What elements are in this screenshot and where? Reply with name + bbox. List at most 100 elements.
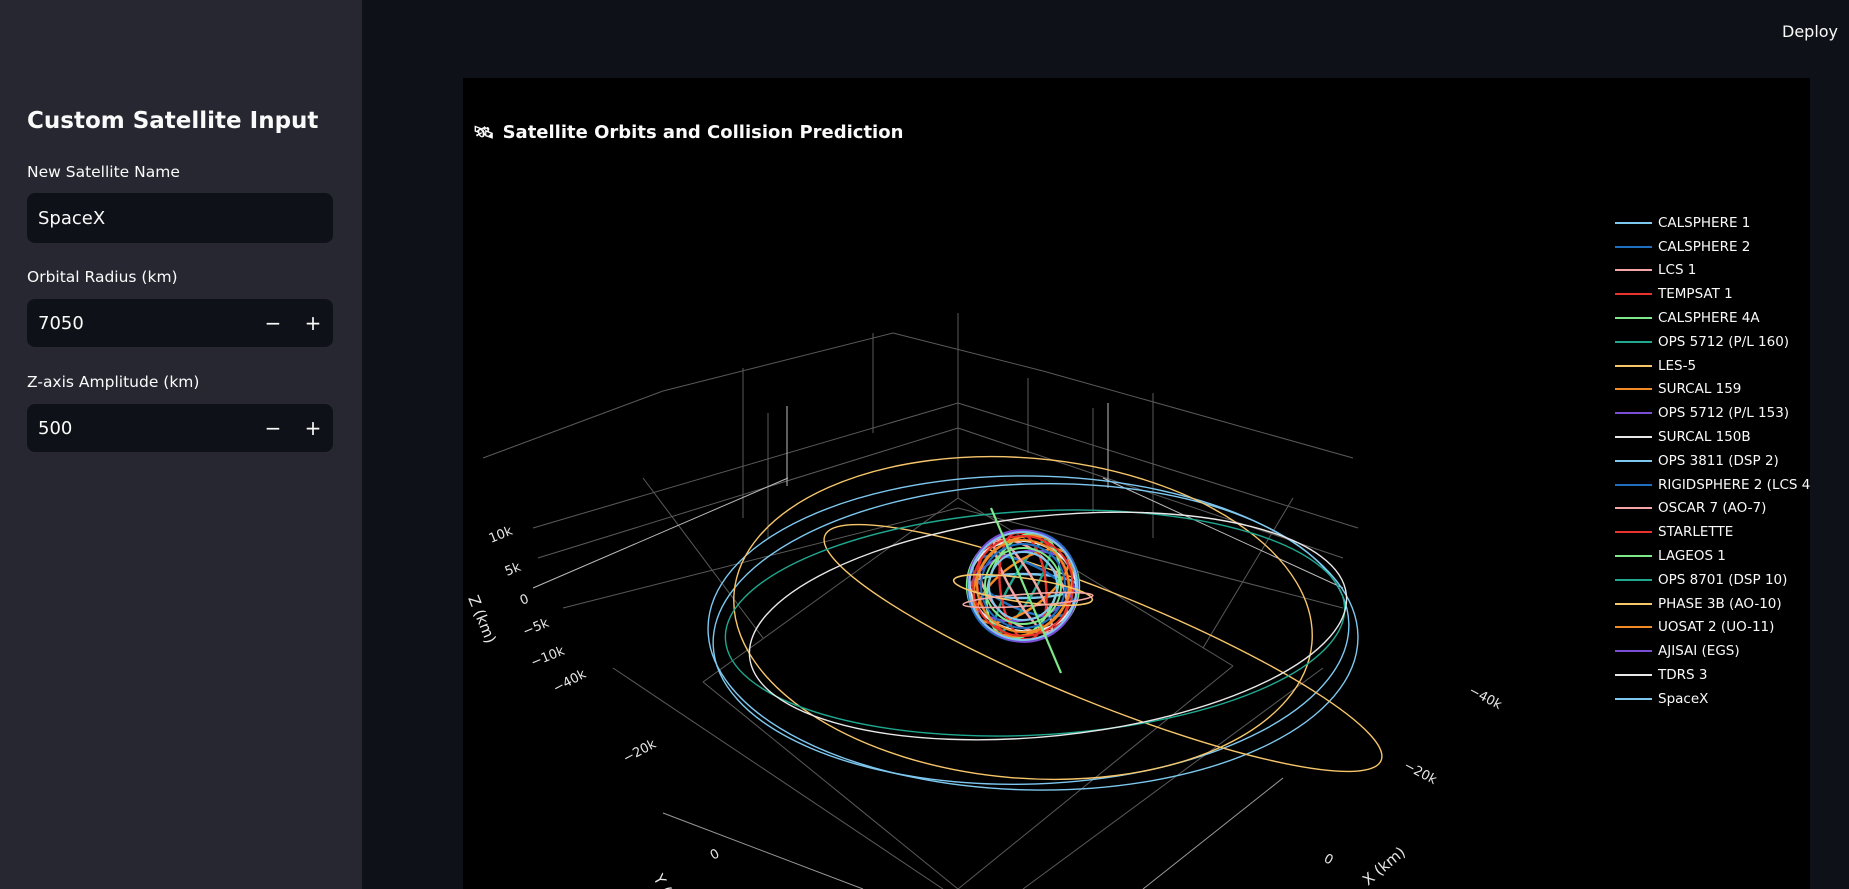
- legend-label: SURCAL 150B: [1658, 429, 1751, 446]
- legend-label: LAGEOS 1: [1658, 548, 1726, 565]
- legend-label: CALSPHERE 1: [1658, 214, 1751, 231]
- legend-label: RIGIDSPHERE 2 (LCS 4): [1658, 476, 1810, 493]
- legend-item[interactable]: CALSPHERE 1: [1615, 211, 1810, 235]
- z-amplitude-decrement-button[interactable]: −: [253, 404, 293, 452]
- legend-swatch: [1615, 317, 1652, 320]
- legend-item[interactable]: AJISAI (EGS): [1615, 639, 1810, 663]
- z-axis-title: Z (km): [464, 593, 499, 646]
- legend-item[interactable]: OPS 5712 (P/L 153): [1615, 401, 1810, 425]
- legend-swatch: [1615, 507, 1652, 510]
- grid-line: [532, 402, 959, 529]
- z-amplitude-increment-button[interactable]: +: [293, 404, 333, 452]
- legend-item[interactable]: CALSPHERE 4A: [1615, 306, 1810, 330]
- grid-line: [537, 427, 959, 559]
- z-amplitude-label: Z-axis Amplitude (km): [27, 373, 200, 391]
- legend-label: CALSPHERE 2: [1658, 238, 1751, 255]
- legend-item[interactable]: LCS 1: [1615, 259, 1810, 283]
- satellite-name-input[interactable]: SpaceX: [27, 193, 333, 243]
- x-tick-label: −40k: [1466, 683, 1504, 713]
- legend-item[interactable]: UOSAT 2 (UO-11): [1615, 616, 1810, 640]
- legend-item[interactable]: OSCAR 7 (AO-7): [1615, 497, 1810, 521]
- legend-label: STARLETTE: [1658, 524, 1734, 541]
- sidebar: Custom Satellite Input New Satellite Nam…: [0, 0, 362, 889]
- z-amplitude-input[interactable]: 500 − +: [27, 404, 333, 452]
- z-tick-label: 10k: [487, 524, 515, 547]
- orbit-path: [823, 523, 1383, 773]
- legend-swatch: [1615, 626, 1652, 629]
- satellite-icon: 🛰: [473, 122, 495, 143]
- x-tick-label: −20k: [1401, 758, 1439, 788]
- grid-line: [892, 332, 1044, 372]
- axis-line: [662, 812, 864, 889]
- y-tick-label: −20k: [621, 737, 659, 767]
- legend-item[interactable]: LES-5: [1615, 354, 1810, 378]
- legend-item[interactable]: TEMPSAT 1: [1615, 282, 1810, 306]
- grid-line: [1042, 370, 1354, 459]
- legend-swatch: [1615, 459, 1652, 462]
- legend-label: SpaceX: [1658, 690, 1709, 707]
- orbit-plot[interactable]: 10k 5k 0 −5k −10k Z (km) −40k −20k 0 Y (km) −40k −2…: [463, 78, 1810, 889]
- z-amplitude-value: 500: [38, 417, 73, 439]
- legend-item[interactable]: OPS 5712 (P/L 160): [1615, 330, 1810, 354]
- legend[interactable]: CALSPHERE 1 CALSPHERE 2 LCS 1 TEMPSAT 1 CALS…: [1615, 211, 1810, 711]
- legend-swatch: [1615, 674, 1652, 677]
- legend-label: OPS 5712 (P/L 160): [1658, 333, 1790, 350]
- grid-line: [1202, 497, 1294, 649]
- orbit-3d-scene[interactable]: 10k 5k 0 −5k −10k Z (km) −40k −20k 0 Y (km) −40k −2…: [463, 78, 1810, 889]
- grid-line: [482, 390, 664, 459]
- legend-swatch: [1615, 436, 1652, 439]
- legend-swatch: [1615, 697, 1652, 700]
- legend-label: PHASE 3B (AO-10): [1658, 595, 1782, 612]
- legend-item[interactable]: OPS 8701 (DSP 10): [1615, 568, 1810, 592]
- x-tick-label: 0: [1321, 851, 1335, 868]
- plot-title: 🛰 Satellite Orbits and Collision Predict…: [473, 122, 903, 143]
- legend-item[interactable]: LAGEOS 1: [1615, 544, 1810, 568]
- legend-swatch: [1615, 293, 1652, 296]
- orbital-radius-label: Orbital Radius (km): [27, 268, 178, 286]
- legend-item[interactable]: SURCAL 159: [1615, 378, 1810, 402]
- legend-label: OPS 5712 (P/L 153): [1658, 405, 1790, 422]
- grid-line: [662, 332, 894, 392]
- satellite-name-label: New Satellite Name: [27, 163, 180, 181]
- legend-item[interactable]: CALSPHERE 2: [1615, 235, 1810, 259]
- legend-item[interactable]: RIGIDSPHERE 2 (LCS 4): [1615, 473, 1810, 497]
- legend-label: TEMPSAT 1: [1658, 286, 1733, 303]
- orbital-radius-value: 7050: [38, 312, 84, 334]
- legend-item[interactable]: PHASE 3B (AO-10): [1615, 592, 1810, 616]
- legend-item[interactable]: OPS 3811 (DSP 2): [1615, 449, 1810, 473]
- legend-swatch: [1615, 388, 1652, 391]
- grid-line: [957, 402, 1359, 529]
- legend-item[interactable]: SURCAL 150B: [1615, 425, 1810, 449]
- grid-line: [702, 497, 959, 683]
- z-tick-label: 5k: [503, 560, 524, 580]
- axis-line: [1142, 777, 1284, 889]
- orbital-radius-increment-button[interactable]: +: [293, 299, 333, 347]
- legend-label: SURCAL 159: [1658, 381, 1742, 398]
- legend-swatch: [1615, 578, 1652, 581]
- legend-label: AJISAI (EGS): [1658, 643, 1740, 660]
- z-tick-label: −10k: [529, 644, 567, 671]
- grid-line: [562, 507, 959, 609]
- deploy-button[interactable]: Deploy: [1782, 22, 1838, 41]
- legend-label: CALSPHERE 4A: [1658, 310, 1760, 327]
- grid-line: [612, 667, 944, 889]
- legend-swatch: [1615, 412, 1652, 415]
- orbital-radius-input[interactable]: 7050 − +: [27, 299, 333, 347]
- legend-label: OSCAR 7 (AO-7): [1658, 500, 1767, 517]
- legend-swatch: [1615, 269, 1652, 272]
- orbital-radius-decrement-button[interactable]: −: [253, 299, 293, 347]
- legend-item[interactable]: STARLETTE: [1615, 520, 1810, 544]
- grid-line: [702, 681, 959, 889]
- y-tick-label: −40k: [551, 667, 589, 697]
- y-axis-title: Y (km): [649, 870, 690, 889]
- legend-swatch: [1615, 531, 1652, 534]
- legend-item[interactable]: TDRS 3: [1615, 663, 1810, 687]
- y-tick-label: 0: [708, 846, 722, 863]
- legend-label: LES-5: [1658, 357, 1697, 374]
- legend-swatch: [1615, 340, 1652, 343]
- legend-swatch: [1615, 221, 1652, 224]
- legend-label: OPS 3811 (DSP 2): [1658, 452, 1779, 469]
- legend-swatch: [1615, 483, 1652, 486]
- legend-item[interactable]: SpaceX: [1615, 687, 1810, 711]
- legend-swatch: [1615, 364, 1652, 367]
